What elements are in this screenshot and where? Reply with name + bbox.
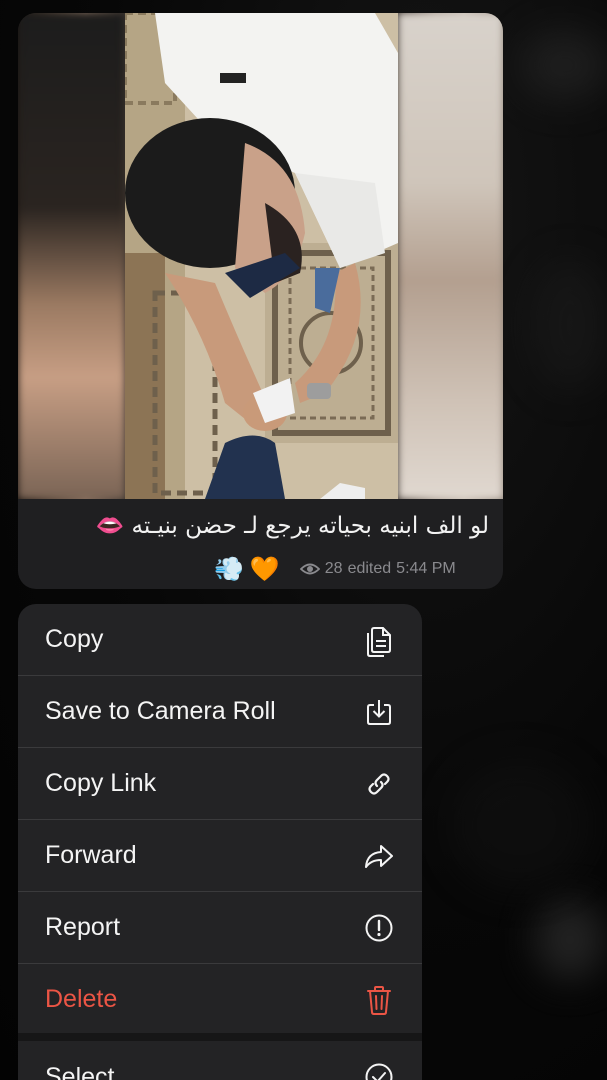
trash-icon	[362, 983, 396, 1017]
menu-item-copy[interactable]: Copy	[18, 604, 422, 676]
eye-icon	[299, 563, 320, 575]
menu-item-label: Report	[45, 913, 121, 941]
save-to-camera-roll-icon	[362, 695, 396, 729]
menu-item-select[interactable]: Select	[18, 1041, 422, 1080]
menu-item-label: Copy Link	[45, 769, 157, 797]
context-menu: Copy Save to Camera Roll Copy Link Forwa…	[18, 604, 422, 1080]
message-video[interactable]	[18, 13, 503, 499]
video-frame	[125, 13, 398, 499]
video-blur-right	[398, 13, 503, 499]
menu-item-delete[interactable]: Delete	[18, 964, 422, 1036]
background-blur	[535, 900, 605, 980]
menu-item-label: Select	[45, 1062, 115, 1080]
background-blur	[450, 760, 590, 890]
select-circle-icon	[362, 1060, 396, 1080]
video-frame-illustration	[125, 13, 398, 499]
copy-icon	[362, 623, 396, 657]
menu-item-report[interactable]: Report	[18, 892, 422, 964]
exclamation-circle-icon	[362, 911, 396, 945]
orange-heart-emoji: 🧡	[249, 555, 280, 583]
message-caption: لو الف ابنيه بحياته يرجع لـ حضن بنيـته 👄	[95, 513, 489, 539]
menu-item-forward[interactable]: Forward	[18, 820, 422, 892]
background-blur	[520, 30, 607, 100]
menu-item-label: Copy	[45, 625, 104, 653]
message-time: 5:44 PM	[396, 560, 456, 577]
menu-item-save-to-camera-roll[interactable]: Save to Camera Roll	[18, 676, 422, 748]
link-icon	[362, 767, 396, 801]
menu-section-separator	[18, 1033, 422, 1041]
view-count: 28	[324, 560, 343, 577]
message-status: 28 edited 5:44 PM	[299, 560, 456, 578]
menu-item-label: Delete	[45, 985, 118, 1013]
screen: لو الف ابنيه بحياته يرجع لـ حضن بنيـته 👄…	[0, 0, 607, 1080]
dash-emoji: 💨	[214, 555, 244, 583]
forward-arrow-icon	[362, 839, 396, 873]
menu-item-label: Forward	[45, 841, 137, 869]
edited-label: edited	[347, 560, 392, 577]
menu-item-label: Save to Camera Roll	[45, 697, 276, 725]
menu-item-copy-link[interactable]: Copy Link	[18, 748, 422, 820]
message-meta-row: 💨 🧡 28 edited 5:44 PM	[214, 554, 456, 584]
message-bubble[interactable]: لو الف ابنيه بحياته يرجع لـ حضن بنيـته 👄…	[18, 13, 503, 589]
video-blur-left	[18, 13, 125, 499]
background-blur	[530, 260, 607, 390]
